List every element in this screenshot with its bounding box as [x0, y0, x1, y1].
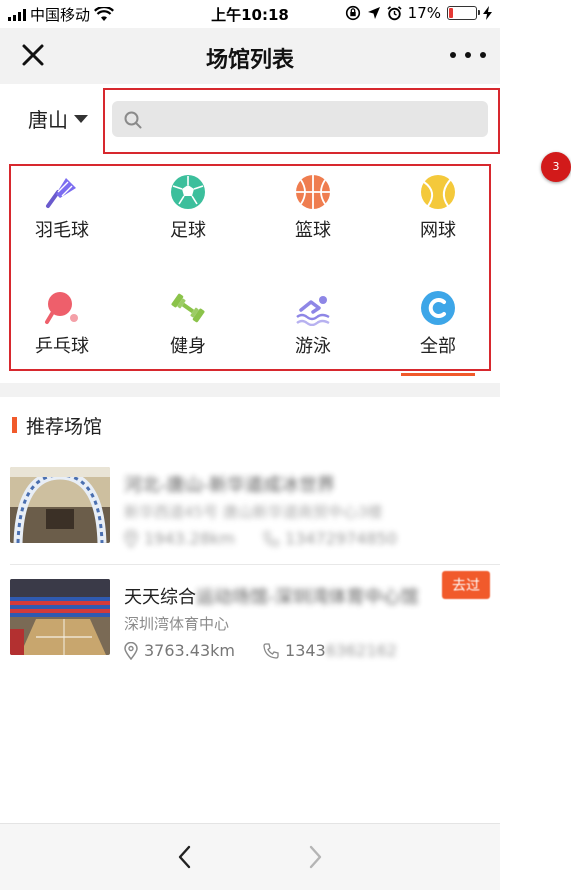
more-dot-icon	[465, 52, 471, 58]
badminton-icon	[46, 178, 76, 208]
venue-card[interactable]: 天天综合运动场馆-深圳湾体育中心馆 去过 深圳湾体育中心 3763.43km 1…	[0, 565, 500, 675]
category-label: 游泳	[295, 336, 331, 357]
more-dot-icon	[480, 52, 486, 58]
venue-meta: 3763.43km 13436362162	[124, 641, 397, 660]
charging-icon	[483, 6, 492, 20]
basketball-icon	[296, 175, 330, 209]
category-pingpong[interactable]: 乒乓球	[7, 290, 117, 358]
search-input[interactable]	[112, 101, 488, 137]
tennis-icon	[421, 175, 455, 209]
selected-category-underline	[401, 373, 475, 376]
battery-percent: 17%	[407, 4, 441, 22]
visited-badge: 去过	[442, 571, 490, 599]
accent-bar	[12, 417, 17, 433]
annotation-marker: 3	[541, 152, 571, 182]
venue-photo-icon	[10, 467, 110, 543]
forward-button[interactable]	[303, 843, 327, 871]
category-label: 健身	[170, 336, 206, 357]
category-all[interactable]: 全部	[383, 290, 493, 358]
category-badminton[interactable]: 羽毛球	[7, 174, 117, 242]
venue-name-visible: 天天综合	[124, 587, 196, 608]
venue-name: 河北-唐山-新华道成冰世界	[124, 475, 335, 496]
venue-card[interactable]: 河北-唐山-新华道成冰世界 新华西道45号 唐山新华道商贸中心3楼 1943.2…	[0, 453, 500, 563]
chevron-left-icon	[178, 845, 191, 869]
recommended-header: 推荐场馆	[0, 397, 500, 454]
category-label: 全部	[420, 336, 456, 357]
phone-icon	[263, 642, 279, 659]
more-dot-icon	[450, 52, 456, 58]
bottom-navigation-bar	[0, 823, 500, 890]
phone-screen: 中国移动 上午10:18 17% 场馆列表 唐山 羽毛球 足球 篮球 网球 乒乓…	[0, 0, 500, 890]
category-fitness[interactable]: 健身	[133, 290, 243, 358]
nav-bar: 场馆列表	[0, 28, 500, 84]
search-row: 唐山	[0, 84, 500, 152]
all-c-icon	[421, 291, 455, 325]
football-icon	[171, 175, 205, 209]
category-label: 网球	[420, 220, 456, 241]
phone-visible: 1343	[285, 641, 326, 660]
search-icon	[124, 111, 142, 129]
category-label: 足球	[170, 220, 206, 241]
category-football[interactable]: 足球	[133, 174, 243, 242]
location-pin-icon	[124, 529, 138, 548]
back-button[interactable]	[173, 843, 197, 871]
dumbbell-icon	[171, 293, 205, 323]
venue-distance: 1943.28km	[144, 529, 236, 548]
venue-phone: 13436362162	[285, 641, 397, 660]
caret-down-icon	[74, 114, 88, 123]
swimming-icon	[296, 296, 330, 326]
venue-thumbnail	[10, 579, 110, 655]
gym-photo-icon	[10, 579, 110, 655]
venue-name-blurred: 运动场馆-深圳湾体育中心馆	[196, 587, 419, 608]
status-bar: 中国移动 上午10:18 17%	[0, 0, 500, 28]
category-label: 篮球	[295, 220, 331, 241]
section-title: 推荐场馆	[26, 416, 103, 438]
pingpong-icon	[45, 292, 78, 324]
city-name: 唐山	[28, 108, 68, 132]
phone-blurred: 6362162	[325, 641, 397, 660]
city-selector[interactable]: 唐山	[28, 104, 88, 133]
category-tennis[interactable]: 网球	[383, 174, 493, 242]
more-options-button[interactable]	[450, 42, 486, 68]
category-swimming[interactable]: 游泳	[258, 290, 368, 358]
location-arrow-icon	[367, 7, 380, 19]
venue-name: 天天综合运动场馆-深圳湾体育中心馆	[124, 583, 419, 609]
venue-phone: 13472974850	[285, 529, 397, 548]
sport-category-grid: 羽毛球 足球 篮球 网球 乒乓球 健身 游泳 全部	[0, 152, 500, 382]
venue-address: 新华西道45号 唐山新华道商贸中心3楼	[124, 503, 383, 521]
chevron-right-icon	[309, 845, 322, 869]
venue-address: 深圳湾体育中心	[124, 615, 230, 633]
category-basketball[interactable]: 篮球	[258, 174, 368, 242]
phone-icon	[263, 530, 279, 547]
alarm-icon	[387, 5, 402, 20]
orientation-lock-icon	[345, 5, 360, 21]
category-label: 羽毛球	[35, 220, 89, 241]
location-pin-icon	[124, 641, 138, 660]
battery-icon	[447, 6, 480, 20]
section-divider	[0, 383, 500, 397]
venue-distance: 3763.43km	[144, 641, 236, 660]
category-label: 乒乓球	[35, 336, 89, 357]
page-title: 场馆列表	[205, 48, 294, 73]
venue-thumbnail	[10, 467, 110, 543]
venue-meta: 1943.28km 13472974850	[124, 529, 397, 548]
